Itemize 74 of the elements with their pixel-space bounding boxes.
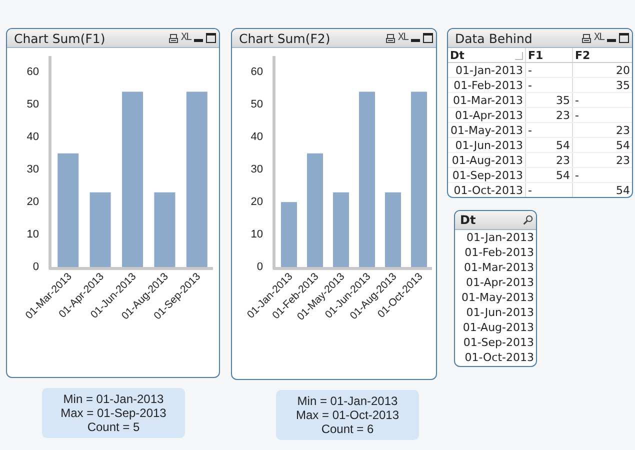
table-cell: 54 [526, 138, 572, 152]
axis-label: 50 [26, 98, 39, 111]
axis-label: 40 [250, 131, 263, 144]
table-cell: 01-Sep-2013 [448, 168, 526, 182]
text-line: Count = 6 [321, 422, 374, 436]
axis-label: 30 [250, 164, 263, 176]
table-cell: 01-Jun-2013 [448, 138, 526, 152]
text-line: Min = 01-Jan-2013 [63, 392, 164, 406]
table-cell: - [572, 168, 632, 182]
list-item[interactable]: 01-Feb-2013 [455, 245, 536, 260]
list-title: Dt [460, 213, 477, 227]
column-header[interactable]: F2 [572, 48, 632, 62]
table-cell: 20 [572, 62, 632, 78]
table-cell: 23 [572, 152, 632, 168]
table-cell: 54 [526, 168, 572, 182]
axis-label: 30 [26, 164, 39, 176]
excel-button[interactable]: XL [594, 33, 604, 43]
table-cell: 01-Apr-2013 [448, 108, 526, 122]
axis-label: 10 [26, 228, 39, 241]
list-item[interactable]: 01-Aug-2013 [455, 320, 536, 335]
axis-label: 0 [32, 261, 39, 273]
table-cell: 01-May-2013 [448, 122, 526, 138]
axis-label: 20 [26, 196, 39, 208]
table-cell: - [526, 78, 572, 92]
column-header[interactable]: Dt [450, 48, 464, 62]
maximize-icon[interactable] [423, 33, 433, 43]
list-item[interactable]: 01-Jun-2013 [455, 305, 536, 320]
list-item[interactable]: 01-Apr-2013 [455, 275, 536, 290]
list-item[interactable]: 01-Sep-2013 [455, 335, 536, 350]
table-cell: - [526, 182, 572, 197]
table-cell: - [526, 122, 572, 138]
axis-label: 40 [26, 131, 39, 144]
text-line: Count = 5 [87, 420, 140, 434]
print-icon[interactable] [582, 34, 591, 42]
excel-button[interactable]: XL [398, 33, 408, 43]
table-cell: - [572, 108, 632, 122]
axis-label: 10 [250, 228, 263, 241]
maximize-icon[interactable] [619, 33, 629, 43]
axis-label: 60 [250, 66, 263, 78]
table-cell: 01-Oct-2013 [448, 182, 526, 197]
table-cell: 01-Aug-2013 [448, 152, 526, 168]
table-cell: 35 [572, 78, 632, 92]
table-cell: 54 [572, 138, 632, 152]
print-icon[interactable] [168, 34, 178, 42]
window-title: Chart Sum(F1) [14, 30, 106, 46]
table-cell: 01-Mar-2013 [448, 92, 526, 108]
table-cell: 23 [526, 152, 572, 168]
text-line: Max = 01-Oct-2013 [296, 408, 400, 422]
search-icon[interactable] [523, 215, 533, 225]
bar [281, 202, 297, 267]
table-cell: 23 [526, 108, 572, 122]
window-title: Chart Sum(F2) [239, 30, 332, 46]
excel-button[interactable]: XL [180, 33, 191, 43]
table-cell: 23 [572, 122, 632, 138]
list-item[interactable]: 01-Oct-2013 [455, 350, 536, 365]
axis-label: 50 [250, 98, 263, 111]
table-cell: 01-Feb-2013 [448, 78, 526, 92]
table-cell: - [526, 62, 572, 78]
list-item[interactable]: 01-Jan-2013 [455, 230, 536, 245]
text-line: Min = 01-Jan-2013 [297, 394, 398, 408]
axis-label: 0 [256, 261, 263, 273]
table-cell: 35 [526, 92, 572, 108]
maximize-icon[interactable] [206, 33, 216, 43]
window-title: Data Behind [455, 30, 534, 46]
axis-label: 20 [250, 196, 263, 208]
table-cell: - [572, 92, 632, 108]
table-cell: 01-Jan-2013 [448, 62, 526, 78]
table-cell: 54 [572, 182, 632, 197]
list-item[interactable]: 01-May-2013 [455, 290, 536, 305]
column-header[interactable]: F1 [526, 48, 572, 62]
text-line: Max = 01-Sep-2013 [60, 406, 166, 420]
axis-label: 60 [26, 66, 39, 78]
list-item[interactable]: 01-Mar-2013 [455, 260, 536, 275]
print-icon[interactable] [386, 34, 395, 42]
